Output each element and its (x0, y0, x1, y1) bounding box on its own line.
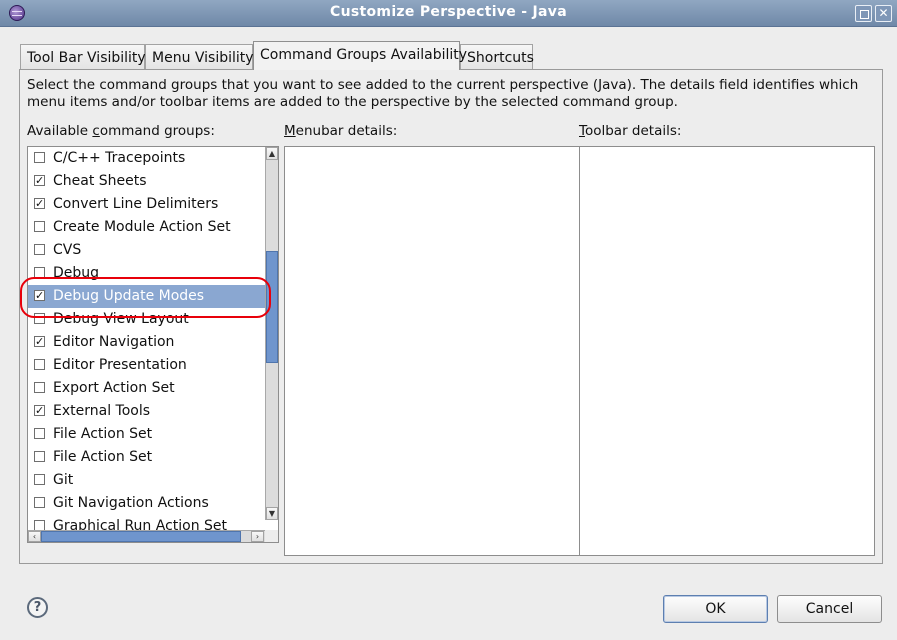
list-item-label: Convert Line Delimiters (53, 196, 219, 212)
list-item-label: Editor Navigation (53, 334, 175, 350)
list-item-label: Cheat Sheets (53, 173, 147, 189)
toolbar-details-label: Toolbar details: (579, 123, 682, 139)
scroll-up-button[interactable]: ▲ (266, 147, 278, 160)
list-item[interactable]: Editor Presentation (28, 354, 265, 377)
cancel-button[interactable]: Cancel (777, 595, 882, 623)
menubar-details-label: Menubar details: (284, 123, 398, 139)
list-item[interactable]: ✓ External Tools (28, 400, 265, 423)
checkbox[interactable] (34, 428, 45, 439)
list-item[interactable]: C/C++ Tracepoints (28, 147, 265, 170)
command-groups-rows: C/C++ Tracepoints ✓ Cheat Sheets ✓ Convert L… (28, 147, 265, 538)
window-title-bar[interactable]: Customize Perspective - Java ✕ (0, 0, 897, 27)
available-command-groups-label: Available command groups: (27, 123, 215, 139)
help-icon[interactable]: ? (27, 597, 48, 618)
checkbox[interactable] (34, 244, 45, 255)
checkbox[interactable] (34, 497, 45, 508)
checkbox[interactable]: ✓ (34, 405, 45, 416)
checkbox[interactable] (34, 359, 45, 370)
list-item[interactable]: ✓ Cheat Sheets (28, 170, 265, 193)
maximize-icon[interactable] (855, 5, 872, 22)
ok-button[interactable]: OK (663, 595, 768, 623)
panel-description: Select the command groups that you want … (27, 77, 859, 110)
list-item-label: Git Navigation Actions (53, 495, 209, 511)
checkbox[interactable]: ✓ (34, 198, 45, 209)
list-item[interactable]: File Action Set (28, 423, 265, 446)
list-item-label: Git (53, 472, 74, 488)
list-item[interactable]: ✓ Editor Navigation (28, 331, 265, 354)
window-title: Customize Perspective - Java (330, 4, 567, 20)
tab-shortcuts[interactable]: Shortcuts (460, 44, 534, 70)
menubar-details-box[interactable] (284, 146, 580, 556)
list-item[interactable]: CVS (28, 239, 265, 262)
list-item[interactable]: Git (28, 469, 265, 492)
checkbox[interactable] (34, 221, 45, 232)
scroll-right-button[interactable]: › (251, 531, 264, 542)
scroll-left-button[interactable]: ‹ (28, 531, 41, 542)
checkbox[interactable]: ✓ (34, 175, 45, 186)
list-item-label: File Action Set (53, 449, 153, 465)
checkbox[interactable]: ✓ (34, 336, 45, 347)
list-item-label: Export Action Set (53, 380, 175, 396)
command-groups-list[interactable]: C/C++ Tracepoints ✓ Cheat Sheets ✓ Convert L… (27, 146, 279, 543)
tab-command-groups-availability[interactable]: Command Groups Availability (253, 41, 467, 70)
horizontal-scrollbar[interactable]: ‹ › (28, 530, 265, 542)
tab-tool-bar-visibility[interactable]: Tool Bar Visibility (20, 44, 146, 70)
list-item-label: CVS (53, 242, 82, 258)
vertical-scrollbar[interactable]: ▲ ▼ (265, 147, 278, 520)
list-item[interactable]: Export Action Set (28, 377, 265, 400)
list-item[interactable]: Git Navigation Actions (28, 492, 265, 515)
close-icon[interactable]: ✕ (875, 5, 892, 22)
list-item-label: File Action Set (53, 426, 153, 442)
list-item-label: External Tools (53, 403, 151, 419)
checkbox[interactable] (34, 474, 45, 485)
checkbox[interactable] (34, 451, 45, 462)
list-item[interactable]: File Action Set (28, 446, 265, 469)
horizontal-scroll-thumb[interactable] (41, 531, 241, 542)
highlight-annotation (20, 277, 271, 318)
list-item-label: Editor Presentation (53, 357, 187, 373)
scrollbar-corner (265, 530, 278, 542)
checkbox[interactable] (34, 152, 45, 163)
toolbar-details-box[interactable] (579, 146, 875, 556)
list-item-label: C/C++ Tracepoints (53, 150, 186, 166)
list-item[interactable]: ✓ Convert Line Delimiters (28, 193, 265, 216)
checkbox[interactable] (34, 382, 45, 393)
scroll-down-button[interactable]: ▼ (266, 507, 278, 520)
list-item[interactable]: Create Module Action Set (28, 216, 265, 239)
list-item-label: Create Module Action Set (53, 219, 231, 235)
tab-menu-visibility[interactable]: Menu Visibility (145, 44, 254, 70)
